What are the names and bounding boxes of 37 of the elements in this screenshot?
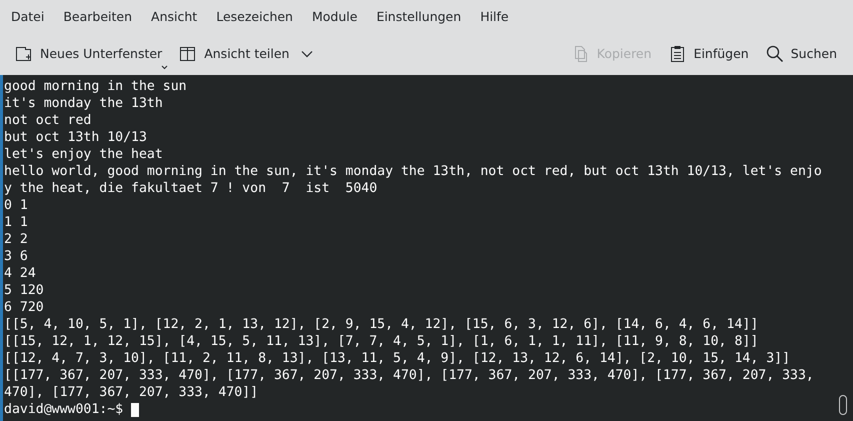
menu-item[interactable]: Hilfe [472,4,517,28]
text-cursor [131,402,140,416]
terminal-line: good morning in the sun [4,78,187,95]
terminal-line: 470], [177, 367, 207, 333, 470]] [4,384,258,401]
caret-icon [161,64,168,70]
terminal-line: 0 1 [4,197,28,214]
terminal-line: [[15, 12, 1, 12, 15], [4, 15, 5, 11, 13], [7, 7, 4, 5, 1], [1, 6, 1, 1, 11], [11, 9, 8, 10, 8]] [4,333,758,350]
terminal-line: it's monday the 13th [4,95,163,112]
terminal-line: hello world, good morning in the sun, it's monday the 13th, not oct red, but oct 13th 10/13, let's enjo [4,163,822,180]
terminal-line: [[5, 4, 10, 5, 1], [12, 2, 1, 13, 12], [2, 9, 15, 4, 12], [15, 6, 3, 12, 6], [14, 6, 4, 6, 14]] [4,316,758,333]
terminal-line: let's enjoy the heat [4,146,163,163]
menu-item[interactable]: Ansicht [143,4,206,28]
search-icon [764,44,785,64]
shell-prompt: david@www001:~$ [4,401,124,418]
terminal-line: 6 720 [4,299,44,316]
menu-item[interactable]: Bearbeiten [55,4,140,28]
menu-item[interactable]: Einstellungen [368,4,470,28]
terminal-line: y the heat, die fakultaet 7 ! von 7 ist 5040 [4,180,378,197]
terminal-line: but oct 13th 10/13 [4,129,147,146]
toolbar-button[interactable]: Einfügen [662,40,755,68]
menu-item[interactable]: Lesezeichen [208,4,301,28]
toolbar-button[interactable]: Neues Unterfenster [8,40,168,68]
toolbar-button[interactable]: Suchen [758,40,843,68]
terminal-line: 1 1 [4,214,28,231]
terminal-line: [[177, 367, 207, 333, 470], [177, 367, 207, 333, 470], [177, 367, 207, 333, 470], [177, 367, 207, 333, [4,367,814,384]
toolbar-button[interactable]: Ansicht teilen [172,40,320,68]
terminal-line: 5 120 [4,282,44,299]
scrollbar-handle[interactable] [839,395,847,415]
terminal-line: not oct red [4,112,92,129]
terminal-line: [[12, 4, 7, 3, 10], [11, 2, 11, 8, 13], [13, 11, 5, 4, 9], [12, 13, 12, 6, 14], [2, 10, 15, 14, 3]] [4,350,790,367]
terminal-line: 3 6 [4,248,28,265]
chevron-icon [301,50,314,58]
terminal-line: 4 24 [4,265,36,282]
menu-item[interactable]: Module [304,4,366,28]
terminal-panel[interactable] [0,75,853,421]
terminal-line: 2 2 [4,231,28,248]
menu-item[interactable]: Datei [3,4,52,28]
